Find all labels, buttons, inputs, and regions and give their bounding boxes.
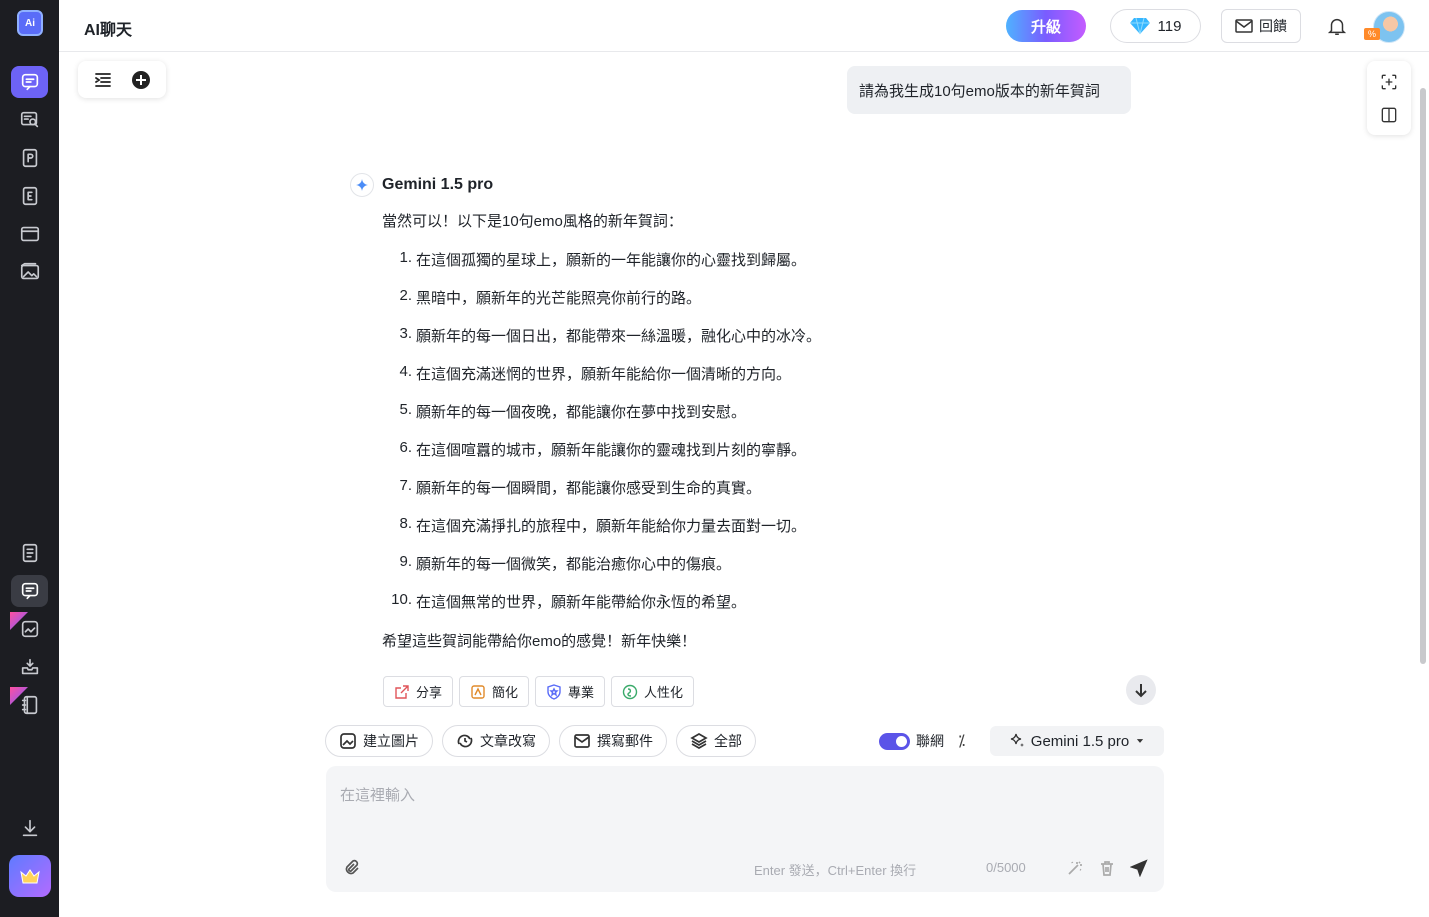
answer-intro: 當然可以！以下是10句emo風格的新年賀詞： xyxy=(382,213,683,230)
search-doc-nav-icon[interactable] xyxy=(11,104,48,136)
shield-star-icon xyxy=(547,683,561,700)
page-title: AI聊天 xyxy=(84,22,133,39)
caret-down-icon xyxy=(1137,739,1144,743)
answer-actions: 分享 簡化 專業 人性化 xyxy=(383,676,695,707)
simplify-button[interactable]: 簡化 xyxy=(459,676,530,707)
list-item: 1. 在這個孤獨的星球上，願新的一年能讓你的心靈找到歸屬。 xyxy=(399,249,807,269)
list-item: 7. 願新年的每一個瞬間，都能讓你感受到生命的真實。 xyxy=(399,477,762,497)
feedback-button[interactable]: 回饋 xyxy=(1221,9,1301,43)
answer-list: 1. 在這個孤獨的星球上，願新的一年能讓你的心靈找到歸屬。 2. 黑暗中，願新年的光… xyxy=(382,249,821,629)
sparkle-icon xyxy=(1010,733,1024,747)
write-email-button[interactable]: 撰寫郵件 xyxy=(559,725,667,757)
web-search-toggle[interactable]: 聯網 xyxy=(879,731,944,751)
scroll-to-bottom-button[interactable] xyxy=(1126,675,1156,705)
new-chat-plus-icon[interactable] xyxy=(131,70,151,90)
trash-icon[interactable] xyxy=(1098,859,1116,882)
chat-scrollbar[interactable] xyxy=(1420,88,1426,664)
email-icon xyxy=(574,734,590,748)
notification-bell-icon[interactable] xyxy=(1326,15,1348,37)
feedback-label: 回饋 xyxy=(1259,18,1287,34)
answer-outro: 希望這些賀詞能帶給你emo的感覺！新年快樂！ xyxy=(382,633,697,650)
list-item: 2. 黑暗中，願新年的光芒能照亮你前行的路。 xyxy=(399,287,702,307)
diamond-icon xyxy=(1129,17,1150,35)
essay-nav-icon[interactable] xyxy=(11,180,48,212)
message-input[interactable] xyxy=(340,784,1140,834)
ai-model-name: Gemini 1.5 pro xyxy=(382,176,494,193)
upgrade-button[interactable]: 升級 xyxy=(1006,10,1086,42)
sidebar-toggle-icon[interactable] xyxy=(93,70,113,90)
notes-nav-icon[interactable] xyxy=(11,537,48,569)
char-counter: 0/5000 xyxy=(986,860,1026,875)
layers-icon xyxy=(690,733,708,749)
user-message-bubble: 請為我生成10句emo版本的新年賀詞 xyxy=(847,66,1131,114)
list-item: 10. 在這個無常的世界，願新年能帶給你永恆的希望。 xyxy=(391,591,747,611)
share-icon xyxy=(395,684,409,699)
chat-nav-icon[interactable] xyxy=(11,66,48,98)
list-item: 9. 願新年的每一個微笑，都能治癒你心中的傷痕。 xyxy=(399,553,732,573)
crown-icon xyxy=(20,869,40,884)
mail-icon xyxy=(1235,19,1253,33)
ai-message-header: Gemini 1.5 pro xyxy=(350,173,493,197)
message-composer: Enter 發送，Ctrl+Enter 換行 0/5000 xyxy=(326,766,1164,892)
screenshot-add-icon[interactable] xyxy=(1379,72,1399,92)
rewrite-icon xyxy=(457,734,473,748)
inbox-nav-icon[interactable] xyxy=(11,651,48,683)
image-nav-icon[interactable] xyxy=(11,256,48,288)
humanize-icon xyxy=(622,684,638,699)
image-icon xyxy=(340,733,356,749)
magic-wand-icon[interactable] xyxy=(1066,859,1084,882)
gems-count: 119 xyxy=(1157,17,1182,35)
split-panel-icon[interactable] xyxy=(1379,105,1399,125)
share-button[interactable]: 分享 xyxy=(383,676,454,707)
discount-badge: % xyxy=(1364,28,1380,40)
professional-button[interactable]: 專業 xyxy=(535,676,606,707)
arrow-down-icon xyxy=(1135,684,1147,698)
list-item: 6. 在這個喧囂的城市，願新年能讓你的靈魂找到片刻的寧靜。 xyxy=(399,439,807,459)
model-select-dropdown[interactable]: Gemini 1.5 pro xyxy=(990,726,1164,756)
simplify-icon xyxy=(471,684,485,699)
app-logo-icon[interactable]: Ai xyxy=(17,10,43,36)
humanize-button[interactable]: 人性化 xyxy=(611,676,695,707)
all-tools-button[interactable]: 全部 xyxy=(676,725,756,757)
list-item: 4. 在這個充滿迷惘的世界，願新年能給你一個清晰的方向。 xyxy=(399,363,792,383)
premium-crown-button[interactable] xyxy=(9,855,51,897)
right-floating-toolbar xyxy=(1367,61,1411,135)
conversation-toolbar xyxy=(78,61,166,98)
browser-nav-icon[interactable] xyxy=(11,218,48,250)
gems-balance-button[interactable]: 119 xyxy=(1110,9,1201,43)
send-hint: Enter 發送，Ctrl+Enter 換行 xyxy=(754,863,917,878)
download-nav-icon[interactable] xyxy=(11,812,48,844)
attach-paperclip-icon[interactable] xyxy=(342,858,360,881)
pdf-nav-icon[interactable] xyxy=(11,142,48,174)
gemini-sparkle-icon xyxy=(350,173,374,197)
list-item: 5. 願新年的每一個夜晚，都能讓你在夢中找到安慰。 xyxy=(399,401,747,421)
rewrite-article-button[interactable]: 文章改寫 xyxy=(442,725,550,757)
list-item: 8. 在這個充滿掙扎的旅程中，願新年能給你力量去面對一切。 xyxy=(399,515,807,535)
top-header: AI聊天 升級 119 回饋 % xyxy=(59,0,1429,52)
left-rail: Ai xyxy=(0,0,59,917)
book-nav-icon[interactable] xyxy=(11,689,48,721)
percent-icon[interactable]: ⁒ xyxy=(958,731,965,751)
quick-tools: 建立圖片 文章改寫 撰寫郵件 全部 xyxy=(325,725,756,757)
toggle-switch[interactable] xyxy=(879,732,910,750)
list-item: 3. 願新年的每一個日出，都能帶來一絲溫暖，融化心中的冰冷。 xyxy=(399,325,822,345)
photo-enhance-nav-icon[interactable] xyxy=(11,613,48,645)
chat-history-nav-icon[interactable] xyxy=(11,575,48,607)
send-icon[interactable] xyxy=(1129,859,1148,882)
create-image-button[interactable]: 建立圖片 xyxy=(325,725,433,757)
